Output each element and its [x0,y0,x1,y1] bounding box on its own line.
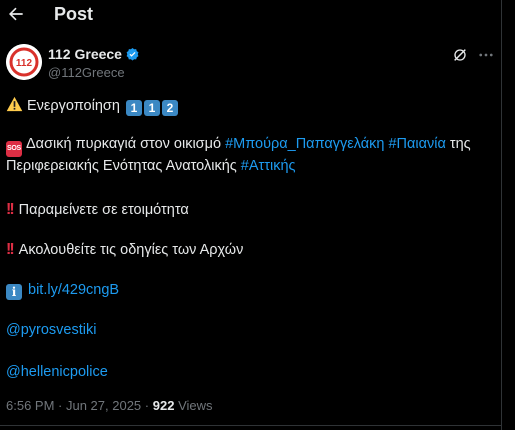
keycap-digit: 1 [125,100,142,116]
meta-separator: · [54,398,66,413]
views-count: 922 [152,398,175,413]
post-line-readiness: !! Παραμείνετε σε ετοιμότητα [6,201,189,219]
readiness-text: Παραμείνετε σε ετοιμότητα [18,202,189,218]
meta-separator: · [141,398,153,413]
post-time[interactable]: 6:56 PM [6,398,54,413]
verified-badge-icon [126,47,139,60]
author-display-name[interactable]: 112 Greece [48,46,122,62]
avatar-text: 112 [16,58,33,69]
post-line-activation: Ενεργοποίηση 112 [6,96,178,116]
post-date[interactable]: Jun 27, 2025 [66,398,141,413]
information-emoji-icon: i [6,284,22,300]
hashtag-link[interactable]: #Αττικής [241,158,296,174]
divider [0,425,501,426]
fire-text-a: Δασική πυρκαγιά στον οικισμό [26,136,226,152]
hashtag-link[interactable]: #Μπούρα_Παπαγγελάκη [225,136,384,152]
post-detail-view: Post 112 112 Greece @112Greece Ενεργοποί… [0,0,502,430]
post-line-instructions: !! Ακολουθείτε τις οδηγίες των Αρχών [6,241,243,259]
avatar-logo: 112 [6,44,42,80]
fire-text-c: Περιφερειακής Ενότητας Ανατολικής [6,158,241,174]
author-handle[interactable]: @112Greece [48,65,125,80]
more-icon[interactable] [477,47,495,63]
double-exclamation-emoji-icon: !! [6,201,15,218]
post-line-mention-2: @hellenicpolice [6,364,108,380]
fire-text-b: της [445,136,471,152]
keycap-digit: 1 [143,100,160,116]
post-line-mention-1: @pyrosvestiki [6,322,96,338]
activation-text: Ενεργοποίηση [27,98,120,114]
sos-emoji-icon: SOS [6,141,22,157]
keycap-digit: 2 [161,100,178,116]
mention-link[interactable]: @hellenicpolice [6,364,108,380]
grok-icon[interactable] [452,47,468,63]
author-name-row[interactable]: 112 Greece [48,45,140,63]
instructions-text: Ακολουθείτε τις οδηγίες των Αρχών [18,242,244,258]
double-exclamation-emoji-icon: !! [6,241,15,258]
post-header: Post [0,0,501,30]
warning-emoji-icon [6,96,23,112]
post-line-fire: SOS Δασική πυρκαγιά στον οικισμό #Μπούρα_… [6,136,471,157]
mention-link[interactable]: @pyrosvestiki [6,322,96,338]
post-meta: 6:56 PM · Jun 27, 2025 · 922 Views [6,398,213,413]
hashtag-link[interactable]: #Παιανία [388,136,445,152]
post-line-link: i bit.ly/429cngB [6,282,119,300]
arrow-left-icon[interactable] [6,4,26,24]
page-title: Post [54,4,94,24]
short-link[interactable]: bit.ly/429cngB [28,282,119,298]
post-line-fire-cont: Περιφερειακής Ενότητας Ανατολικής #Αττικ… [6,158,296,174]
avatar[interactable]: 112 [6,44,42,80]
views-label: Views [178,398,213,413]
